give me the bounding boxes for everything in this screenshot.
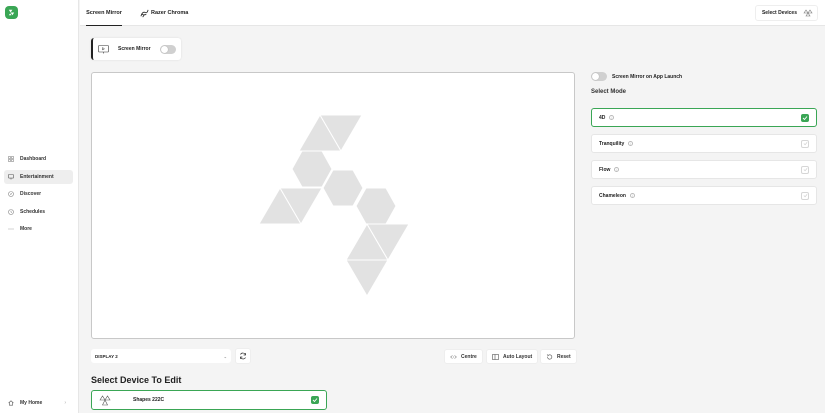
info-icon[interactable]: i: [609, 115, 615, 120]
auto-layout-icon: [492, 353, 499, 360]
check-icon: [803, 168, 807, 172]
sidebar-item-label: Dashboard: [20, 156, 47, 162]
mirror-on-launch-toggle[interactable]: [591, 72, 607, 81]
tab-razer-chroma[interactable]: Razer Chroma: [140, 0, 188, 26]
razer-snake-icon: [140, 9, 149, 17]
refresh-button[interactable]: [235, 348, 251, 364]
reset-button[interactable]: Reset: [540, 349, 577, 364]
clock-icon: [8, 208, 14, 215]
nanoleaf-logo-icon[interactable]: [5, 6, 18, 19]
screen-mirror-toggle[interactable]: [159, 44, 176, 54]
devices-layout-icon: [803, 9, 813, 17]
refresh-icon: [240, 352, 246, 360]
info-icon[interactable]: i: [629, 193, 635, 198]
chevron-right-icon: ›: [64, 400, 66, 406]
layout-canvas[interactable]: [91, 72, 575, 339]
mode-option-flow[interactable]: Flow i: [591, 160, 817, 179]
screen-mirror-label: Screen Mirror: [118, 46, 151, 52]
sidebar-item-schedules[interactable]: Schedules: [4, 205, 73, 219]
mirror-on-launch-row: Screen Mirror on App Launch: [591, 72, 682, 81]
device-name: Shapes 222C: [133, 397, 165, 403]
mode-option-tranquility[interactable]: Tranquility i: [591, 134, 817, 153]
display-select-value: DISPLAY 2: [95, 353, 118, 359]
check-icon: [312, 398, 318, 403]
select-mode-title: Select Mode: [591, 89, 627, 95]
sidebar-item-label: Schedules: [20, 208, 46, 215]
mode-label: Tranquility: [599, 140, 625, 147]
select-device-title: Select Device To Edit: [91, 375, 182, 385]
mode-checkbox[interactable]: [801, 165, 809, 174]
sidebar-item-label: Entertainment: [20, 173, 54, 180]
select-devices-label: Select Devices: [761, 10, 797, 16]
ellipsis-icon: [8, 226, 14, 232]
centre-button[interactable]: Centre: [444, 349, 483, 364]
display-select[interactable]: DISPLAY 2 ⌄: [91, 349, 231, 363]
chevron-down-icon: ⌄: [223, 353, 227, 359]
tab-screen-mirror[interactable]: Screen Mirror: [86, 0, 122, 26]
sidebar-item-dashboard[interactable]: Dashboard: [4, 152, 73, 166]
home-icon: [8, 400, 14, 406]
check-icon: [803, 194, 807, 198]
mode-checkbox[interactable]: [801, 139, 809, 148]
home-label: My Home: [20, 400, 43, 406]
info-icon[interactable]: i: [614, 167, 620, 172]
mode-option-chameleon[interactable]: Chameleon i: [591, 186, 817, 205]
check-icon: [802, 115, 808, 120]
reset-label: Reset: [557, 353, 571, 360]
mode-checkbox[interactable]: [801, 191, 809, 200]
sidebar-item-entertainment[interactable]: Entertainment: [4, 169, 73, 184]
sidebar-item-more[interactable]: More: [4, 222, 73, 236]
panel-layout: [258, 114, 410, 297]
grid-icon: [8, 156, 14, 162]
centre-icon: [450, 354, 457, 360]
compass-icon: [8, 191, 14, 197]
auto-layout-button[interactable]: Auto Layout: [486, 349, 539, 364]
panel-triangle: [345, 259, 389, 297]
reset-icon: [546, 353, 553, 360]
sidebar-nav: Dashboard Entertainment Discover Schedul…: [4, 152, 73, 240]
shapes-device-icon: [99, 394, 111, 405]
screen-mirror-icon: [98, 44, 109, 53]
mode-label: 4D: [599, 114, 606, 121]
auto-layout-label: Auto Layout: [503, 353, 533, 360]
check-icon: [803, 142, 807, 146]
centre-label: Centre: [461, 353, 477, 360]
mirror-on-launch-label: Screen Mirror on App Launch: [612, 73, 683, 80]
mode-checkbox[interactable]: [801, 113, 809, 122]
monitor-icon: [8, 173, 14, 180]
home-selector[interactable]: My Home ›: [8, 400, 66, 406]
select-devices-button[interactable]: Select Devices: [754, 5, 818, 21]
tab-label: Razer Chroma: [151, 10, 189, 16]
panel-hexagon: [355, 187, 397, 225]
device-checkbox[interactable]: [311, 396, 319, 404]
sidebar-item-label: Discover: [20, 191, 42, 197]
mode-option-4d[interactable]: 4D i: [591, 108, 817, 127]
device-row[interactable]: Shapes 222C: [91, 390, 327, 410]
screen-mirror-card: Screen Mirror: [91, 38, 181, 60]
sidebar: Dashboard Entertainment Discover Schedul…: [0, 0, 79, 413]
mode-label: Flow: [599, 166, 611, 173]
tab-label: Screen Mirror: [86, 9, 122, 16]
top-bar: Screen Mirror Razer Chroma Select Device…: [80, 0, 825, 26]
sidebar-item-discover[interactable]: Discover: [4, 187, 73, 201]
sidebar-item-label: More: [20, 226, 32, 232]
info-icon[interactable]: i: [628, 141, 634, 146]
mode-label: Chameleon: [599, 192, 626, 199]
